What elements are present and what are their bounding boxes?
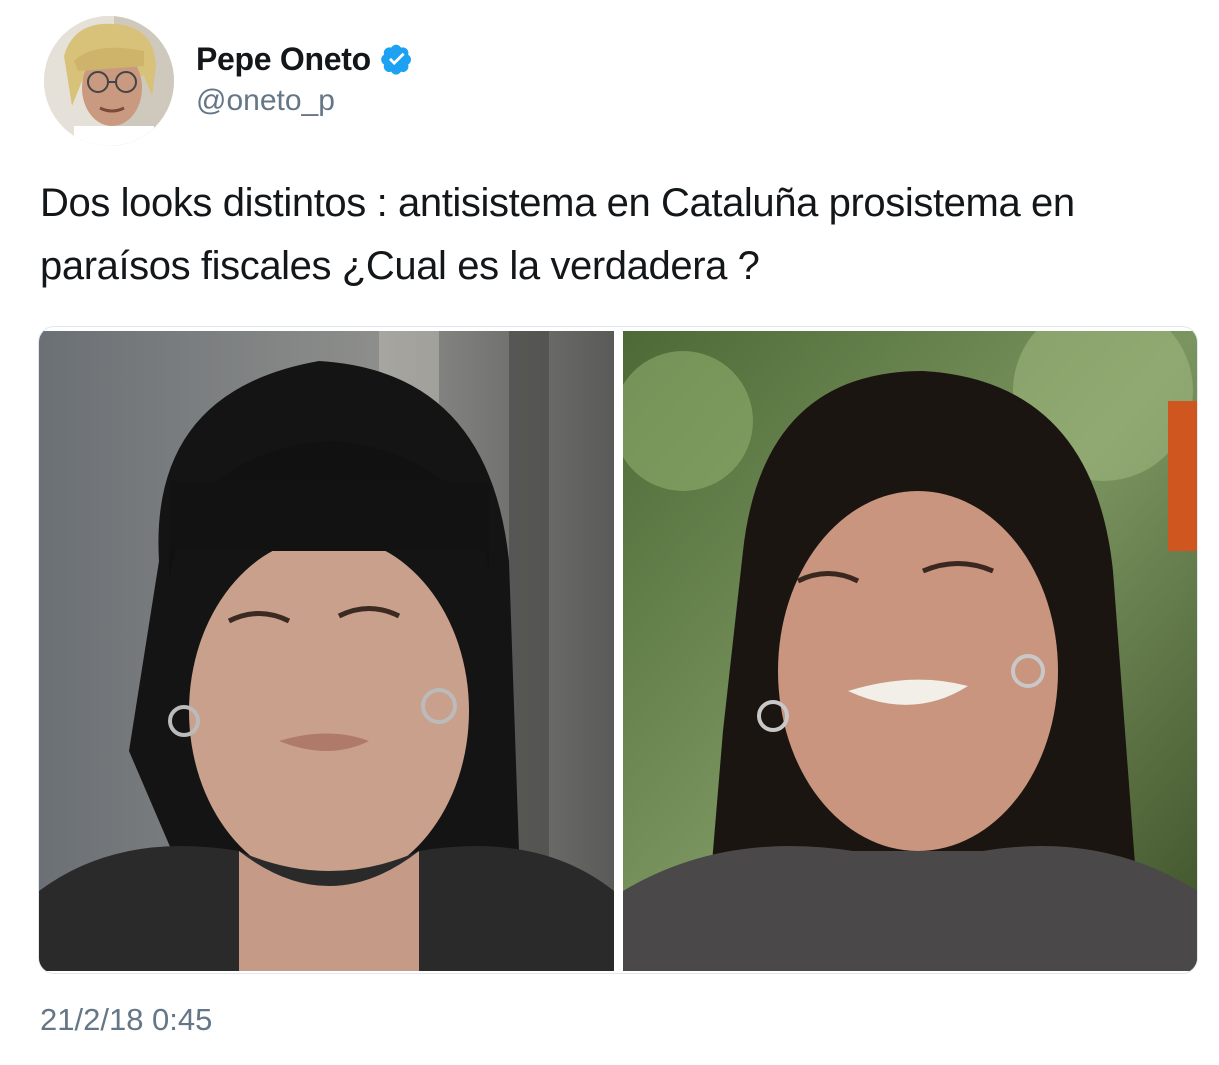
tweet-timestamp[interactable]: 21/2/18 0:45 [40, 1002, 212, 1038]
author-display-name[interactable]: Pepe Oneto [196, 41, 371, 78]
photo-woman-short-bangs [39, 331, 614, 971]
media-photo-1[interactable] [39, 331, 614, 971]
photo-woman-long-hair [623, 331, 1197, 971]
verified-badge-icon [381, 44, 411, 75]
tweet-text: Dos looks distintos : antisistema en Cat… [40, 181, 1075, 288]
avatar[interactable] [44, 16, 174, 146]
media-photo-2[interactable] [623, 331, 1197, 971]
avatar-photo [44, 16, 174, 146]
author-name-row[interactable]: Pepe Oneto [196, 38, 413, 80]
author-handle[interactable]: @oneto_p [196, 84, 335, 118]
tweet-media[interactable] [38, 326, 1198, 974]
